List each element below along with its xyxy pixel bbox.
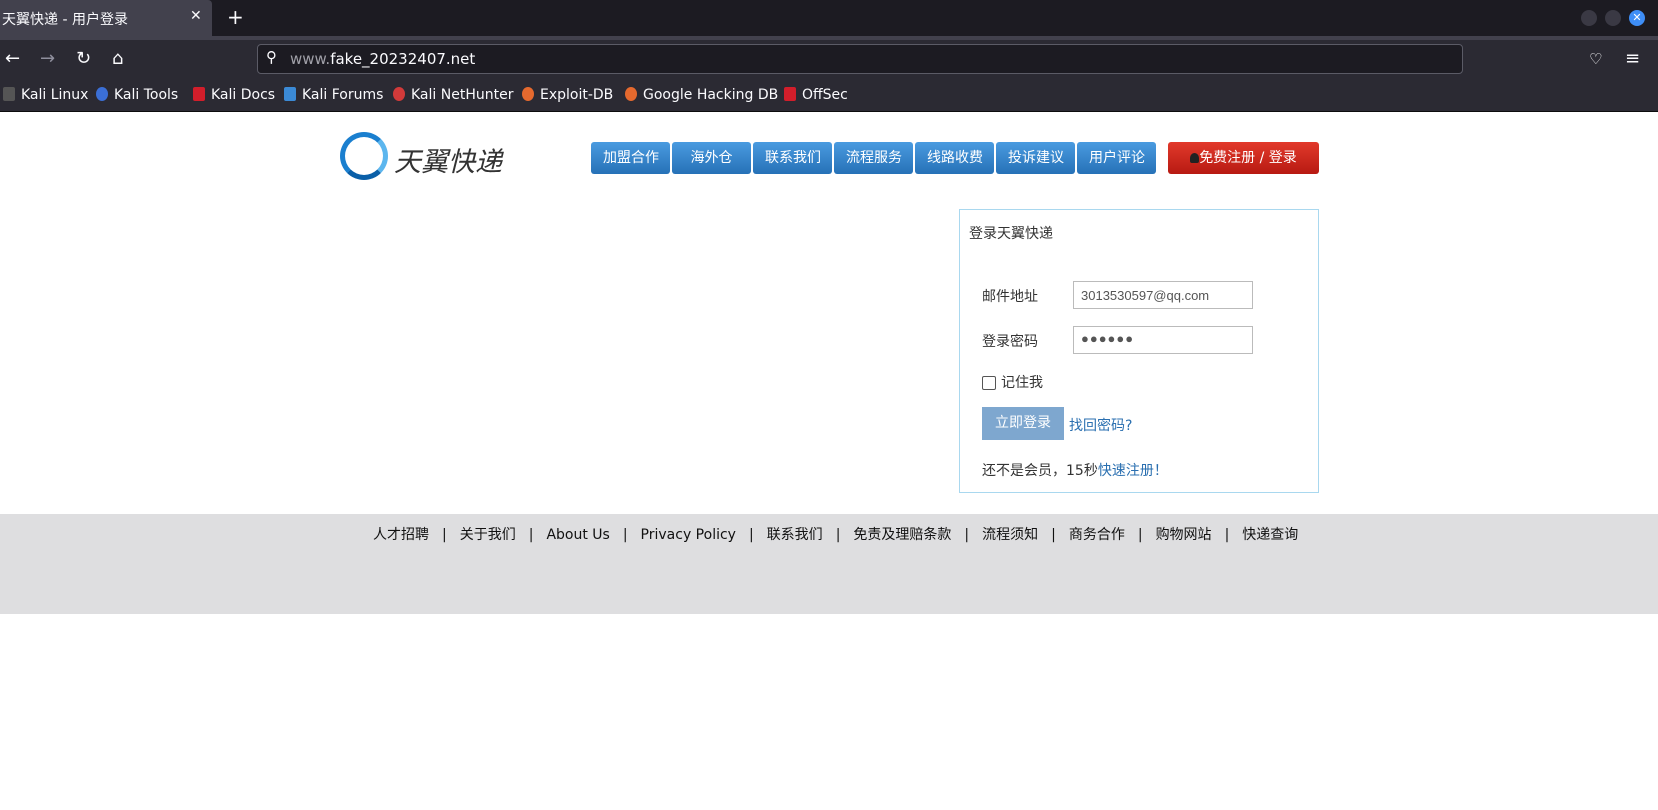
nav-pricing[interactable]: 线路收费 [915, 142, 994, 174]
separator: | [442, 527, 447, 543]
logo-swirl-icon [340, 132, 388, 180]
register-prompt: 还不是会员，15秒快速注册！ [982, 460, 1168, 480]
separator: | [964, 527, 970, 543]
footer-link-disclaimer[interactable]: 免责及理赔条款 [853, 527, 951, 543]
kali-docs-icon [193, 87, 205, 101]
separator: | [748, 527, 754, 543]
footer-link-privacy[interactable]: Privacy Policy [641, 527, 736, 543]
close-icon[interactable]: ✕ [190, 8, 202, 24]
bookmarks-bar: Kali Linux Kali Tools Kali Docs Kali For… [0, 80, 1658, 112]
plus-icon[interactable]: + [227, 5, 244, 29]
home-icon[interactable]: ⌂ [112, 48, 123, 69]
site-logo[interactable]: 天翼快递 [338, 130, 508, 184]
main-nav: 加盟合作 海外仓 联系我们 流程服务 线路收费 投诉建议 用户评论 [591, 142, 1158, 174]
nethunter-icon [393, 87, 405, 101]
nav-complaints[interactable]: 投诉建议 [996, 142, 1075, 174]
tab-title: 天翼快递 - 用户登录 [2, 12, 128, 28]
kali-tools-icon [96, 87, 108, 101]
login-button[interactable]: 立即登录 [982, 407, 1064, 440]
url-bar[interactable]: ⚲ www.fake_20232407.net [257, 44, 1463, 74]
pocket-icon[interactable]: ♡ [1589, 50, 1602, 68]
back-arrow-icon[interactable]: ← [5, 48, 20, 69]
password-label: 登录密码 [982, 334, 1038, 350]
remember-label: 记住我 [1001, 375, 1043, 391]
tab-bar: 天翼快递 - 用户登录 ✕ + ✕ [0, 0, 1658, 36]
kali-icon [3, 87, 15, 101]
separator: | [1051, 527, 1056, 543]
ghdb-icon [625, 87, 637, 101]
bookmark-kali-nethunter[interactable]: Kali NetHunter [393, 87, 513, 103]
active-tab[interactable]: 天翼快递 - 用户登录 ✕ [0, 0, 212, 36]
quick-register-link[interactable]: 快速注册！ [1098, 463, 1168, 479]
password-field[interactable]: ●●●●●● [1073, 326, 1253, 354]
nav-process[interactable]: 流程服务 [834, 142, 913, 174]
reload-icon[interactable]: ↻ [76, 48, 91, 69]
separator: | [622, 527, 628, 543]
footer: 人才招聘 | 关于我们 | About Us | Privacy Policy | 联系我们 | 免… [0, 514, 1658, 614]
offsec-icon [784, 87, 796, 101]
separator: | [1137, 527, 1143, 543]
footer-link-tracking[interactable]: 快递查询 [1242, 527, 1298, 543]
forward-arrow-icon[interactable]: → [40, 48, 55, 69]
bookmark-offsec[interactable]: OffSec [784, 87, 848, 103]
footer-link-process[interactable]: 流程须知 [982, 527, 1038, 543]
bookmark-kali-forums[interactable]: Kali Forums [284, 87, 383, 103]
nav-join[interactable]: 加盟合作 [591, 142, 670, 174]
minimize-icon[interactable] [1581, 10, 1597, 26]
search-icon: ⚲ [266, 48, 277, 66]
forgot-password-link[interactable]: 找回密码? [1069, 415, 1132, 435]
close-window-icon[interactable]: ✕ [1629, 10, 1645, 26]
not-member-text: 还不是会员，15秒 [982, 463, 1098, 479]
bookmark-kali-docs[interactable]: Kali Docs [193, 87, 275, 103]
separator: | [528, 527, 534, 543]
email-field[interactable] [1073, 281, 1253, 309]
bookmark-kali-linux[interactable]: Kali Linux [3, 87, 88, 103]
maximize-icon[interactable] [1605, 10, 1621, 26]
nav-reviews[interactable]: 用户评论 [1077, 142, 1156, 174]
bookmark-google-hacking-db[interactable]: Google Hacking DB [625, 87, 778, 103]
url-text: www.fake_20232407.net [290, 50, 476, 68]
login-title: 登录天翼快递 [969, 226, 1053, 242]
user-icon [1190, 153, 1200, 163]
footer-link-shopping[interactable]: 购物网站 [1156, 527, 1212, 543]
kali-forums-icon [284, 87, 296, 101]
separator: | [835, 527, 841, 543]
separator: | [1224, 527, 1230, 543]
logo-text: 天翼快递 [394, 147, 502, 178]
footer-link-contact[interactable]: 联系我们 [767, 527, 823, 543]
email-label: 邮件地址 [982, 289, 1038, 305]
exploit-db-icon [522, 87, 534, 101]
login-panel: 登录天翼快递 邮件地址 登录密码 ●●●●●● 记住我 立即登录 找回密码? 还… [959, 209, 1319, 493]
footer-links: 人才招聘 | 关于我们 | About Us | Privacy Policy | 联系我们 | 免… [373, 524, 1298, 544]
footer-link-business[interactable]: 商务合作 [1069, 527, 1125, 543]
register-login-button[interactable]: 免费注册 / 登录 [1168, 142, 1319, 174]
nav-overseas-warehouse[interactable]: 海外仓 [672, 142, 751, 174]
bookmark-kali-tools[interactable]: Kali Tools [96, 87, 178, 103]
remember-checkbox[interactable] [982, 376, 996, 390]
bookmark-exploit-db[interactable]: Exploit-DB [522, 87, 613, 103]
footer-link-careers[interactable]: 人才招聘 [373, 527, 429, 543]
footer-link-about-cn[interactable]: 关于我们 [460, 527, 516, 543]
menu-icon[interactable]: ≡ [1625, 48, 1640, 69]
nav-contact[interactable]: 联系我们 [753, 142, 832, 174]
footer-link-about-us[interactable]: About Us [546, 527, 609, 543]
